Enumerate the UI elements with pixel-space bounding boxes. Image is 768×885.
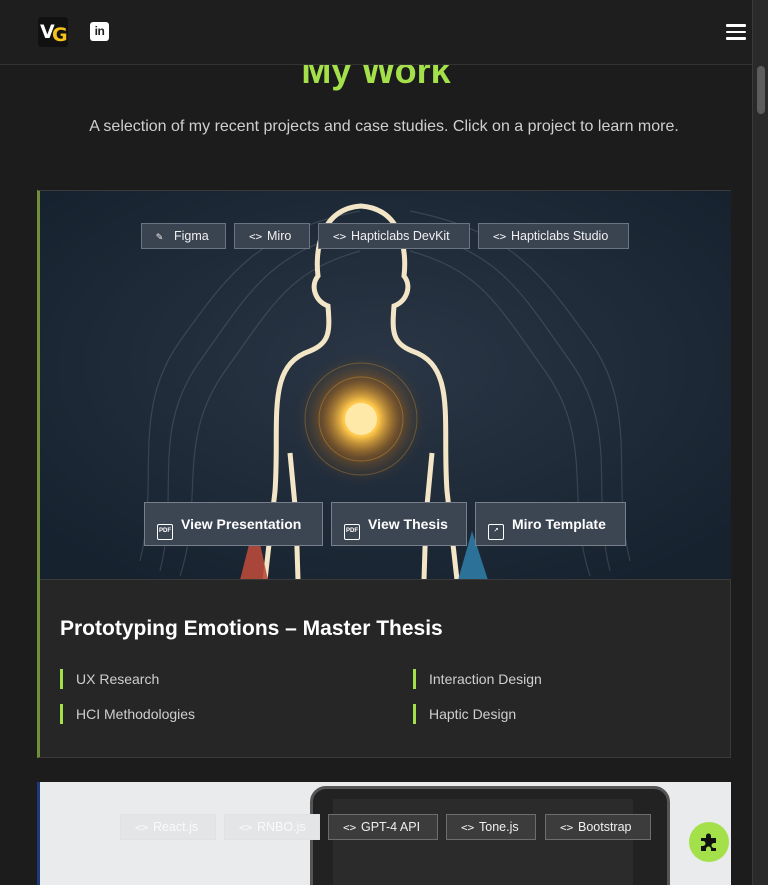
code-icon: <>: [135, 821, 149, 834]
external-link-icon: ↗: [488, 524, 504, 540]
code-icon: <>: [560, 821, 574, 834]
page-intro: A selection of my recent projects and ca…: [89, 118, 679, 135]
tool-chip: <> React.js: [120, 814, 216, 840]
tool-chip: ✎ Figma: [141, 223, 226, 249]
project-card[interactable]: ✎ Figma <> Miro <> Hapticlabs DevKit <> Hapt…: [37, 190, 731, 758]
site-header: V G in: [0, 0, 752, 65]
code-icon: <>: [239, 821, 253, 834]
skill-item: Interaction Design: [413, 669, 542, 689]
code-icon: <>: [343, 821, 357, 834]
tool-chip: <> Miro: [234, 223, 310, 249]
tool-chip: <> Hapticlabs Studio: [478, 223, 629, 249]
logo[interactable]: V G: [38, 17, 68, 47]
puzzle-button[interactable]: [689, 822, 729, 862]
tool-chip: <> Hapticlabs DevKit: [318, 223, 470, 249]
puzzle-icon: [701, 833, 716, 851]
project-card[interactable]: <> React.js <> RNBO.js <> GPT-4 API <> Tone.…: [37, 782, 731, 885]
pdf-icon: PDF: [157, 524, 173, 540]
hamburger-icon[interactable]: [726, 24, 746, 40]
miro-template-button[interactable]: ↗ Miro Template: [475, 502, 626, 546]
code-icon: <>: [333, 230, 347, 243]
code-icon: <>: [493, 230, 507, 243]
scrollbar-thumb[interactable]: [757, 66, 765, 114]
code-icon: <>: [461, 821, 475, 834]
skill-item: Haptic Design: [413, 704, 516, 724]
tool-chip: <> Tone.js: [446, 814, 536, 840]
tool-chip: <> Bootstrap: [545, 814, 651, 840]
skill-item: UX Research: [60, 669, 159, 689]
project-image[interactable]: ✎ Figma <> Miro <> Hapticlabs DevKit <> Hapt…: [40, 191, 731, 580]
view-thesis-button[interactable]: PDF View Thesis: [331, 502, 467, 546]
linkedin-icon[interactable]: in: [90, 22, 109, 41]
code-icon: <>: [249, 230, 263, 243]
tools-icon: ✎: [156, 230, 163, 243]
view-presentation-button[interactable]: PDF View Presentation: [144, 502, 323, 546]
pdf-icon: PDF: [344, 524, 360, 540]
skill-item: HCI Methodologies: [60, 704, 195, 724]
tool-chip: <> RNBO.js: [224, 814, 320, 840]
project-title[interactable]: Prototyping Emotions – Master Thesis: [60, 617, 443, 641]
tool-chip: <> GPT-4 API: [328, 814, 438, 840]
